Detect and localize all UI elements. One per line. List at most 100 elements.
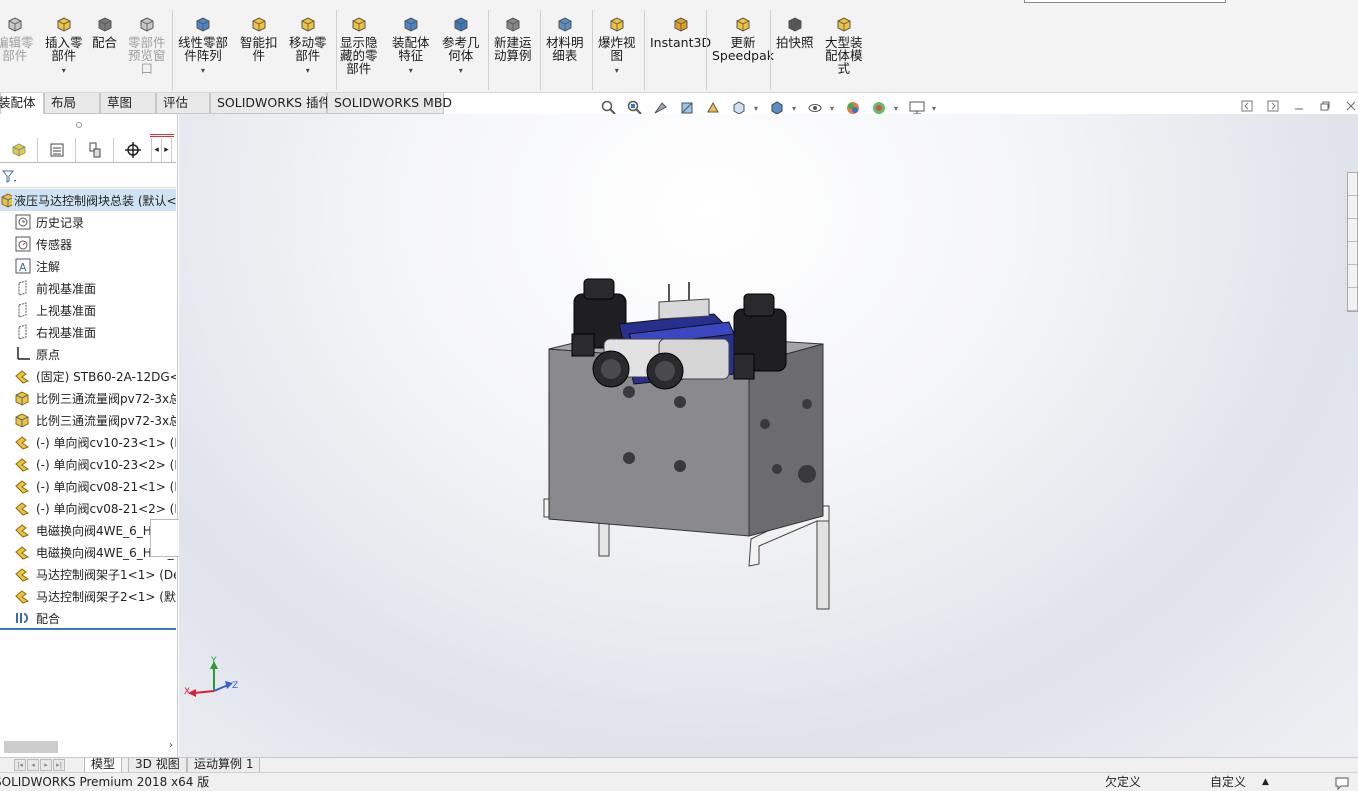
smart-fasteners-button[interactable]: 智能扣 件 bbox=[240, 14, 278, 62]
tree-item[interactable]: 历史记录 bbox=[0, 211, 176, 233]
tree-item-label: 历史记录 bbox=[36, 215, 85, 230]
part-icon bbox=[13, 521, 33, 539]
tab-model[interactable]: 模型 bbox=[84, 758, 123, 773]
chevron-down-icon[interactable]: ▾ bbox=[62, 64, 66, 77]
chevron-down-icon[interactable]: ▾ bbox=[792, 104, 800, 113]
tab-3d-view[interactable]: 3D 视图 bbox=[128, 758, 187, 773]
chevron-down-icon[interactable]: ▾ bbox=[306, 64, 310, 77]
instant3d-icon bbox=[671, 14, 691, 34]
tree-item[interactable]: 上视基准面 bbox=[0, 299, 176, 321]
panel-horizontal-scrollbar[interactable]: › bbox=[0, 740, 176, 754]
chevron-down-icon[interactable]: ▾ bbox=[459, 64, 463, 77]
tree-item[interactable]: (-) 单向阀cv10-23<2> (D bbox=[0, 453, 176, 475]
dimxpert-manager-tab[interactable] bbox=[114, 138, 152, 162]
tree-item[interactable]: 右视基准面 bbox=[0, 321, 176, 343]
speedpak-icon bbox=[733, 14, 753, 34]
scrollbar-thumb[interactable] bbox=[4, 741, 58, 753]
panel-grip[interactable] bbox=[76, 122, 82, 128]
property-manager-tab[interactable] bbox=[38, 138, 76, 162]
graphics-area[interactable]: Y X Z bbox=[179, 114, 1358, 757]
panel-right-icon[interactable] bbox=[1266, 99, 1280, 113]
configuration-manager-tab[interactable] bbox=[76, 138, 114, 162]
linear-pattern-button[interactable]: 线性零部 件阵列 ▾ bbox=[178, 14, 228, 77]
tree-item[interactable]: 原点 bbox=[0, 343, 176, 365]
last-tab-icon[interactable]: ▸| bbox=[53, 759, 65, 771]
tree-item[interactable]: (固定) STB60-2A-12DG< bbox=[0, 365, 176, 387]
speedpak-button[interactable]: 更新 Speedpak bbox=[712, 14, 774, 62]
appearances-icon[interactable] bbox=[1348, 265, 1357, 288]
tree-item[interactable]: (-) 单向阀cv08-21<2> (D bbox=[0, 497, 176, 519]
tab-1[interactable]: 布局 bbox=[44, 93, 100, 114]
exploded-view-button[interactable]: 爆炸视 图 ▾ bbox=[598, 14, 636, 77]
insert-components-button[interactable]: 插入零 部件 ▾ bbox=[45, 14, 83, 77]
model-view-tabs: |◂ ◂ ▸ ▸| 模型 3D 视图 运动算例 1 bbox=[0, 757, 1358, 773]
tree-item[interactable]: 比例三通流量阀pv72-3x总 bbox=[0, 409, 176, 431]
assembly-features-button[interactable]: 装配体 特征 ▾ bbox=[392, 14, 430, 77]
help-chat-icon[interactable] bbox=[1334, 773, 1350, 791]
status-units-custom[interactable]: 自定义 bbox=[1210, 773, 1246, 791]
tabs-scroll-right-icon[interactable]: ▸ bbox=[162, 138, 172, 162]
snapshot-button[interactable]: 拍快照 bbox=[776, 14, 814, 49]
tree-item-label: 原点 bbox=[36, 347, 61, 362]
show-hidden-button[interactable]: 显示隐 藏的零 部件 bbox=[340, 14, 378, 75]
tab-4[interactable]: SOLIDWORKS 插件 bbox=[210, 93, 331, 114]
large-assembly-button[interactable]: 大型装 配体模 式 bbox=[825, 14, 863, 75]
ribbon-separator bbox=[592, 10, 593, 90]
tree-item[interactable]: (-) 单向阀cv08-21<1> (D bbox=[0, 475, 176, 497]
tab-3[interactable]: 评估 bbox=[156, 93, 210, 114]
tree-item[interactable]: 马达控制阀架子2<1> (默认 bbox=[0, 585, 176, 607]
prev-tab-icon[interactable]: ◂ bbox=[27, 759, 39, 771]
minimize-icon[interactable] bbox=[1292, 99, 1306, 113]
chevron-down-icon[interactable]: ▾ bbox=[615, 64, 619, 77]
chevron-down-icon[interactable]: ▾ bbox=[932, 104, 940, 113]
search-box-edge[interactable] bbox=[1024, 0, 1226, 3]
file-explorer-icon[interactable] bbox=[1348, 219, 1357, 242]
part-icon bbox=[13, 477, 33, 495]
instant3d-button[interactable]: Instant3D bbox=[650, 14, 711, 49]
tree-item[interactable]: 比例三通流量阀pv72-3x总 bbox=[0, 387, 176, 409]
panel-left-icon[interactable] bbox=[1240, 99, 1254, 113]
units-menu-caret-icon[interactable]: ▲ bbox=[1262, 773, 1269, 791]
reference-geometry-button[interactable]: 参考几 何体 ▾ bbox=[442, 14, 480, 77]
hydraulic-manifold-model[interactable] bbox=[539, 274, 839, 614]
new-motion-study-button[interactable]: 新建运 动算例 bbox=[494, 14, 532, 62]
solidworks-resources-icon[interactable] bbox=[1348, 173, 1357, 196]
tree-item[interactable]: 配合 bbox=[0, 607, 176, 629]
first-tab-icon[interactable]: |◂ bbox=[14, 759, 26, 771]
tab-5[interactable]: SOLIDWORKS MBD bbox=[327, 93, 452, 114]
chevron-down-icon[interactable]: ▾ bbox=[409, 64, 413, 77]
bom-button[interactable]: 材料明 细表 bbox=[546, 14, 584, 62]
design-library-icon[interactable] bbox=[1348, 196, 1357, 219]
tree-item[interactable]: (-) 单向阀cv10-23<1> (D bbox=[0, 431, 176, 453]
tabs-scroll-left-icon[interactable]: ◂ bbox=[152, 138, 162, 162]
restore-icon[interactable] bbox=[1318, 99, 1332, 113]
feature-manager-tab[interactable] bbox=[0, 138, 38, 162]
mate-button[interactable]: 配合 bbox=[92, 14, 117, 49]
edit-component-button[interactable]: 编辑零 部件 bbox=[0, 14, 34, 62]
component-preview-button[interactable]: 零部件 预览窗 口 bbox=[128, 14, 166, 75]
tab-motion-study-1[interactable]: 运动算例 1 bbox=[187, 758, 261, 773]
tab-0[interactable]: 装配体 bbox=[0, 93, 44, 114]
close-icon[interactable] bbox=[1344, 99, 1358, 113]
chevron-down-icon[interactable]: ▾ bbox=[894, 104, 902, 113]
tree-item[interactable]: 传感器 bbox=[0, 233, 176, 255]
tab-2[interactable]: 草图 bbox=[100, 93, 156, 114]
ribbon-button-label: 材料明 细表 bbox=[546, 35, 584, 63]
tree-item[interactable]: 前视基准面 bbox=[0, 277, 176, 299]
manager-tabs: ◂ ▸ bbox=[0, 138, 176, 163]
scroll-right-icon[interactable]: › bbox=[169, 740, 173, 751]
view-palette-icon[interactable] bbox=[1348, 242, 1357, 265]
next-tab-icon[interactable]: ▸ bbox=[40, 759, 52, 771]
chevron-down-icon[interactable]: ▾ bbox=[830, 104, 838, 113]
filter-icon[interactable] bbox=[1, 170, 18, 187]
linear-pattern-icon bbox=[193, 14, 213, 34]
custom-properties-icon[interactable] bbox=[1348, 288, 1357, 311]
tree-item[interactable]: A 注解 bbox=[0, 255, 176, 277]
tree-item-label: (-) 单向阀cv10-23<2> (D bbox=[36, 457, 176, 472]
chevron-down-icon[interactable]: ▾ bbox=[201, 64, 205, 77]
move-component-button[interactable]: 移动零 部件 ▾ bbox=[289, 14, 327, 77]
chevron-down-icon[interactable]: ▾ bbox=[754, 104, 762, 113]
tree-root-assembly[interactable]: 液压马达控制阀块总装 (默认< bbox=[0, 189, 176, 211]
rollback-bar[interactable] bbox=[0, 628, 176, 630]
tree-item[interactable]: 马达控制阀架子1<1> (De bbox=[0, 563, 176, 585]
